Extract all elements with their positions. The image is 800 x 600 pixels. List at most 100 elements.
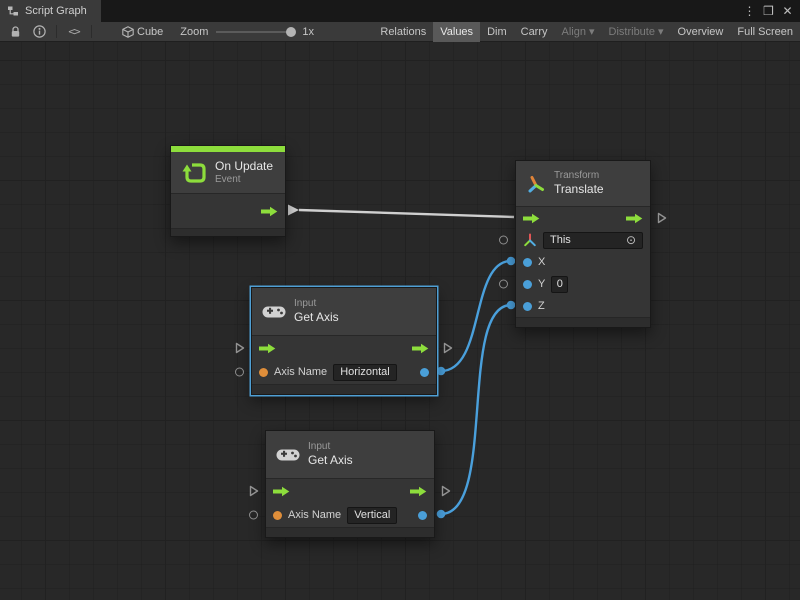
node-category: Transform: [554, 170, 604, 183]
this-object-field[interactable]: This ⊙: [543, 232, 643, 249]
this-field-value: This: [550, 234, 571, 246]
triangle-port-icon: [249, 485, 259, 497]
flow-input-marker[interactable]: [235, 342, 245, 354]
carry-button[interactable]: Carry: [514, 22, 555, 42]
y-port-marker[interactable]: [499, 280, 508, 289]
distribute-dropdown[interactable]: Distribute ▾: [602, 22, 671, 42]
zoom-slider[interactable]: [216, 31, 294, 33]
y-value-field[interactable]: 0: [551, 276, 568, 293]
wire-endpoint-dot[interactable]: [437, 510, 446, 519]
flow-row: [252, 336, 436, 360]
transform-icon: [526, 174, 546, 194]
flow-output-port[interactable]: [626, 213, 643, 224]
flow-row: [266, 479, 434, 503]
update-loop-icon: [181, 161, 207, 185]
y-value-port[interactable]: [523, 280, 532, 289]
wire-endpoint-dot[interactable]: [507, 257, 516, 266]
tab-script-graph[interactable]: Script Graph: [0, 0, 101, 22]
value-wire-vertical-to-z[interactable]: [441, 305, 511, 514]
wire-endpoint-dot[interactable]: [437, 367, 446, 376]
wire-endpoint-dot[interactable]: [507, 301, 516, 310]
flow-output-marker[interactable]: [441, 485, 451, 497]
zoom-slider-knob[interactable]: [286, 27, 296, 37]
result-output-port[interactable]: [420, 368, 429, 377]
node-header[interactable]: Transform Translate: [516, 161, 650, 207]
node-footer: [516, 317, 650, 327]
zoom-control: Zoom 1x: [180, 26, 314, 38]
graph-icon: [7, 5, 19, 17]
axis-name-port-marker[interactable]: [249, 511, 258, 520]
flow-output-marker[interactable]: [657, 212, 667, 224]
x-value-port[interactable]: [523, 258, 532, 267]
zoom-label: Zoom: [180, 26, 208, 38]
node-header[interactable]: On Update Event: [171, 152, 285, 194]
relations-button[interactable]: Relations: [373, 22, 433, 42]
axis-name-port-marker[interactable]: [235, 368, 244, 377]
axis-name-field[interactable]: Horizontal: [333, 364, 397, 381]
flow-output-port[interactable]: [412, 343, 429, 354]
axes-icon: [523, 233, 537, 247]
result-output-port[interactable]: [418, 511, 427, 520]
flow-output-row: [171, 194, 285, 228]
axis-name-row: Axis Name Vertical: [266, 503, 434, 527]
node-category: Input: [294, 298, 339, 311]
triangle-port-icon: [443, 342, 453, 354]
gamepad-icon: [276, 448, 300, 462]
y-port-label: Y: [538, 278, 545, 290]
node-on-update-event[interactable]: On Update Event: [170, 145, 286, 237]
graph-canvas[interactable]: On Update Event Transform Translate: [0, 42, 800, 600]
lock-button[interactable]: [3, 22, 27, 42]
node-get-axis-vertical[interactable]: Input Get Axis: [265, 430, 435, 538]
code-icon: <>: [68, 25, 79, 38]
value-wire-horizontal-to-x[interactable]: [441, 261, 511, 371]
node-header[interactable]: Input Get Axis: [266, 431, 434, 479]
axis-name-port[interactable]: [273, 511, 282, 520]
axis-name-row: Axis Name Horizontal: [252, 360, 436, 384]
node-header[interactable]: Input Get Axis: [252, 288, 436, 336]
z-port-label: Z: [538, 300, 545, 312]
node-footer: [266, 527, 434, 537]
window-menu-button[interactable]: ⋮: [740, 1, 759, 21]
axis-name-value: Horizontal: [340, 366, 390, 378]
this-port-marker[interactable]: [499, 236, 508, 245]
window-controls: ⋮ ❒ ✕: [740, 0, 800, 22]
flow-output-port[interactable]: [261, 206, 278, 217]
dropdown-arrow-icon: ▾: [658, 25, 664, 38]
overview-button[interactable]: Overview: [671, 22, 731, 42]
target-picker-icon: ⊙: [626, 234, 636, 246]
z-input-row: Z: [516, 295, 650, 317]
triangle-port-icon: [235, 342, 245, 354]
axis-name-port[interactable]: [259, 368, 268, 377]
node-title: Get Axis: [308, 453, 353, 468]
flow-wire[interactable]: [299, 210, 514, 217]
values-button[interactable]: Values: [433, 22, 480, 42]
flow-input-port[interactable]: [273, 486, 290, 497]
flow-output-marker[interactable]: [443, 342, 453, 354]
z-value-port[interactable]: [523, 302, 532, 311]
flow-row: [516, 207, 650, 229]
target-object-label: Cube: [137, 26, 163, 38]
fullscreen-button[interactable]: Full Screen: [730, 22, 800, 42]
titlebar: Script Graph ⋮ ❒ ✕: [0, 0, 800, 22]
axis-name-field[interactable]: Vertical: [347, 507, 397, 524]
target-object-button[interactable]: Cube: [115, 22, 170, 42]
zoom-value: 1x: [302, 26, 314, 38]
dim-button[interactable]: Dim: [480, 22, 514, 42]
node-title: Get Axis: [294, 310, 339, 325]
flow-input-port[interactable]: [259, 343, 276, 354]
axis-name-value: Vertical: [354, 509, 390, 521]
node-transform-translate[interactable]: Transform Translate: [515, 160, 651, 328]
node-subtitle: Event: [215, 174, 273, 187]
source-code-button[interactable]: <>: [62, 22, 86, 42]
window-maximize-button[interactable]: ❒: [759, 1, 778, 21]
axis-name-label: Axis Name: [274, 366, 327, 378]
window-close-button[interactable]: ✕: [778, 1, 797, 21]
x-input-row: X: [516, 251, 650, 273]
node-category: Input: [308, 441, 353, 454]
node-get-axis-horizontal[interactable]: Input Get Axis: [251, 287, 437, 395]
flow-input-marker[interactable]: [249, 485, 259, 497]
flow-input-port[interactable]: [523, 213, 540, 224]
flow-output-port[interactable]: [410, 486, 427, 497]
align-dropdown[interactable]: Align ▾: [555, 22, 602, 42]
inspect-button[interactable]: [27, 22, 51, 42]
